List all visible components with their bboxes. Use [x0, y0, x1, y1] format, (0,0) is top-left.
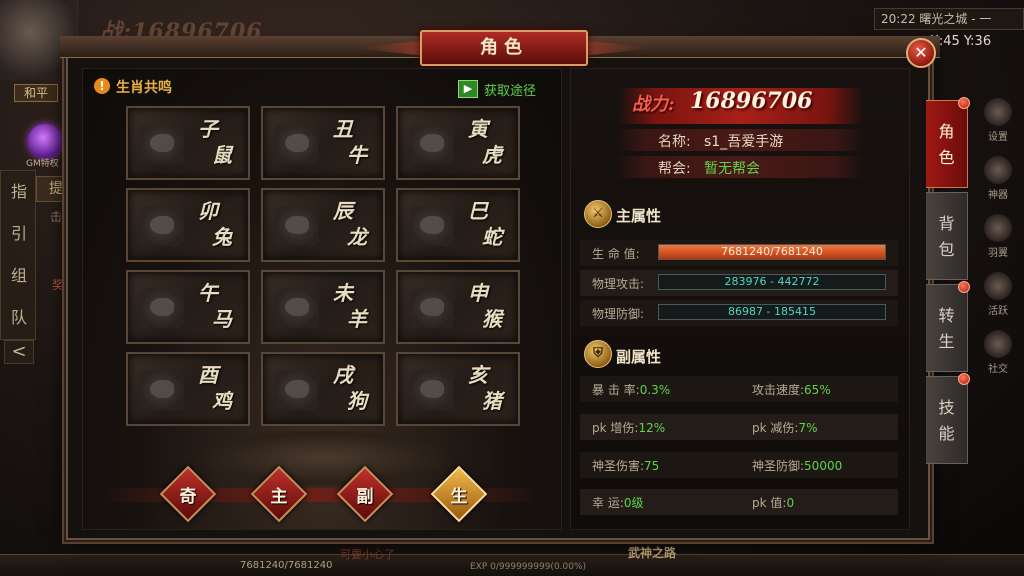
hp-label: 生 命 值:	[592, 247, 640, 261]
get-way-link[interactable]: 获取途径	[484, 80, 536, 99]
def-row: 物理防御: 86987 - 185415	[580, 300, 898, 326]
power-value: 16896706	[690, 88, 813, 114]
play-icon[interactable]: ▶	[458, 80, 478, 98]
monkey-icon	[410, 288, 454, 328]
rooster-icon	[140, 370, 184, 410]
activity-shortcut[interactable]: 活跃	[972, 266, 1024, 324]
artifact-icon	[984, 156, 1012, 184]
gear-icon	[984, 98, 1012, 126]
side-nav-team-1[interactable]: 组	[1, 255, 37, 297]
zodiac-title: 生肖共鸣	[116, 80, 172, 96]
close-icon: ✕	[914, 43, 928, 62]
tiger-icon	[410, 124, 454, 164]
dog-icon	[275, 370, 319, 410]
sub-attr-row: 暴 击 率:0.3% 攻击速度:65%	[580, 376, 898, 402]
side-tab-character[interactable]: 角色	[926, 97, 970, 188]
side-nav-guide-2[interactable]: 引	[1, 213, 37, 255]
activity-icon	[984, 272, 1012, 300]
rabbit-icon	[140, 206, 184, 246]
snake-icon	[410, 206, 454, 246]
collapse-arrow-icon[interactable]: <	[4, 340, 34, 364]
notification-dot	[958, 373, 970, 385]
hud-hp-text: 7681240/7681240	[240, 560, 333, 571]
zodiac-cell-ox[interactable]: 丑牛	[261, 106, 385, 180]
guild-value: 暂无帮会	[704, 161, 760, 177]
dragon-icon	[275, 206, 319, 246]
gm-privilege-icon[interactable]	[28, 124, 62, 158]
wings-shortcut[interactable]: 羽翼	[972, 208, 1024, 266]
power-label: 战力:	[632, 94, 675, 115]
zodiac-cell-tiger[interactable]: 寅虎	[396, 106, 520, 180]
atk-row: 物理攻击: 283976 - 442772	[580, 270, 898, 296]
hp-value: 7681240/7681240	[721, 245, 823, 258]
right-hud-icons: 设置 神器 羽翼 活跃 社交	[972, 92, 1024, 382]
hp-row: 生 命 值: 7681240/7681240	[580, 240, 898, 266]
side-tab-skills[interactable]: 技能	[926, 373, 970, 464]
zodiac-cell-dog[interactable]: 戌狗	[261, 352, 385, 426]
panel-title: 角色	[420, 30, 588, 66]
main-attr-title: 主属性	[616, 207, 662, 225]
def-bar: 86987 - 185415	[658, 304, 886, 320]
zodiac-cell-horse[interactable]: 午马	[126, 270, 250, 344]
name-value: s1_吾爱手游	[704, 134, 784, 150]
shield-icon: ⛨	[584, 340, 612, 368]
side-nav-guide-1[interactable]: 指	[1, 171, 37, 213]
rat-icon	[140, 124, 184, 164]
atk-label: 物理攻击:	[592, 277, 645, 291]
game-screen: { "hud": { "power_value": "16896706", "p…	[0, 0, 1024, 576]
pk-mode-button[interactable]: 和平	[14, 84, 58, 102]
zodiac-grid: 子鼠 丑牛 寅虎 卯兔 辰龙 巳蛇 午马 未羊 申猴 酉鸡 戌狗 亥猪	[126, 106, 520, 432]
sword-icon: ⚔	[584, 200, 612, 228]
zodiac-cell-pig[interactable]: 亥猪	[396, 352, 520, 426]
hp-bar: 7681240/7681240	[658, 244, 886, 260]
left-side-nav: 指 引 组 队	[0, 170, 36, 340]
def-value: 86987 - 185415	[728, 305, 816, 318]
settings-shortcut[interactable]: 设置	[972, 92, 1024, 150]
altar-platform	[196, 428, 452, 488]
side-tab-rebirth[interactable]: 转生	[926, 281, 970, 372]
horse-icon	[140, 288, 184, 328]
gm-privilege-label: GM特权	[26, 159, 59, 169]
guild-row: 帮会: 暂无帮会	[616, 156, 864, 178]
zodiac-cell-rat[interactable]: 子鼠	[126, 106, 250, 180]
pig-icon	[410, 370, 454, 410]
ox-icon	[275, 124, 319, 164]
info-icon[interactable]: !	[94, 78, 110, 94]
sub-attr-row: 神圣伤害:75 神圣防御:50000	[580, 452, 898, 478]
notification-dot	[958, 281, 970, 293]
name-key: 名称:	[658, 134, 691, 150]
zodiac-cell-snake[interactable]: 巳蛇	[396, 188, 520, 262]
notification-dot	[958, 97, 970, 109]
sub-attr-row: 幸 运:0级 pk 值:0	[580, 489, 898, 515]
zodiac-cell-goat[interactable]: 未羊	[261, 270, 385, 344]
name-row: 名称: s1_吾爱手游	[616, 129, 864, 151]
goat-icon	[275, 288, 319, 328]
zodiac-cell-dragon[interactable]: 辰龙	[261, 188, 385, 262]
bottom-title: 武神之路	[628, 546, 677, 560]
side-tab-bag[interactable]: 背包	[926, 192, 968, 280]
time-map-bar: 20:22 曙光之城 - 一	[874, 8, 1024, 30]
artifact-shortcut[interactable]: 神器	[972, 150, 1024, 208]
side-nav-team-2[interactable]: 队	[1, 297, 37, 339]
wings-icon	[984, 214, 1012, 242]
zodiac-cell-rooster[interactable]: 酉鸡	[126, 352, 250, 426]
zodiac-cell-monkey[interactable]: 申猴	[396, 270, 520, 344]
atk-value: 283976 - 442772	[724, 275, 820, 288]
guild-key: 帮会:	[658, 161, 691, 177]
hud-exp-text: EXP 0/999999999(0.00%)	[470, 562, 587, 572]
hint-text: 可要小心了	[340, 548, 395, 561]
sub-attr-title: 副属性	[616, 348, 662, 366]
social-shortcut[interactable]: 社交	[972, 324, 1024, 382]
atk-bar: 283976 - 442772	[658, 274, 886, 290]
def-label: 物理防御:	[592, 307, 645, 321]
sub-attr-row: pk 增伤:12% pk 减伤:7%	[580, 414, 898, 440]
close-button[interactable]: ✕	[906, 38, 936, 68]
zodiac-cell-rabbit[interactable]: 卯兔	[126, 188, 250, 262]
reward-text: 奖	[52, 278, 65, 292]
social-icon	[984, 330, 1012, 358]
